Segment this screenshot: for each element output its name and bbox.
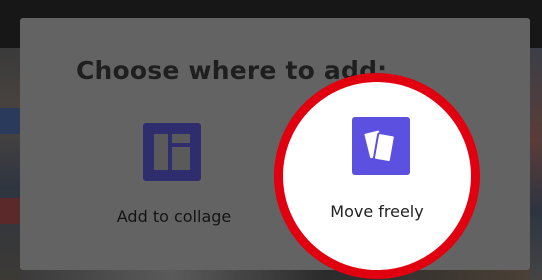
add-to-collage-option[interactable]: Add to collage	[106, 118, 242, 248]
app-background-left	[0, 48, 20, 280]
collage-cell	[172, 134, 190, 143]
app-thumbnail	[0, 108, 20, 134]
move-freely-label: Move freely	[330, 202, 424, 221]
collage-layout-icon	[143, 123, 201, 181]
dialog-title: Choose where to add:	[76, 56, 388, 85]
app-background-right	[530, 48, 542, 280]
move-freely-icon	[352, 117, 410, 175]
screen: Choose where to add: Add to collage Move…	[0, 0, 542, 280]
stacked-cards-icon	[362, 128, 396, 164]
collage-cell	[154, 134, 168, 170]
move-freely-option[interactable]: Move freely	[283, 82, 471, 270]
app-thumbnail	[0, 198, 20, 224]
add-to-collage-label: Add to collage	[116, 207, 232, 226]
collage-cell	[172, 147, 190, 170]
